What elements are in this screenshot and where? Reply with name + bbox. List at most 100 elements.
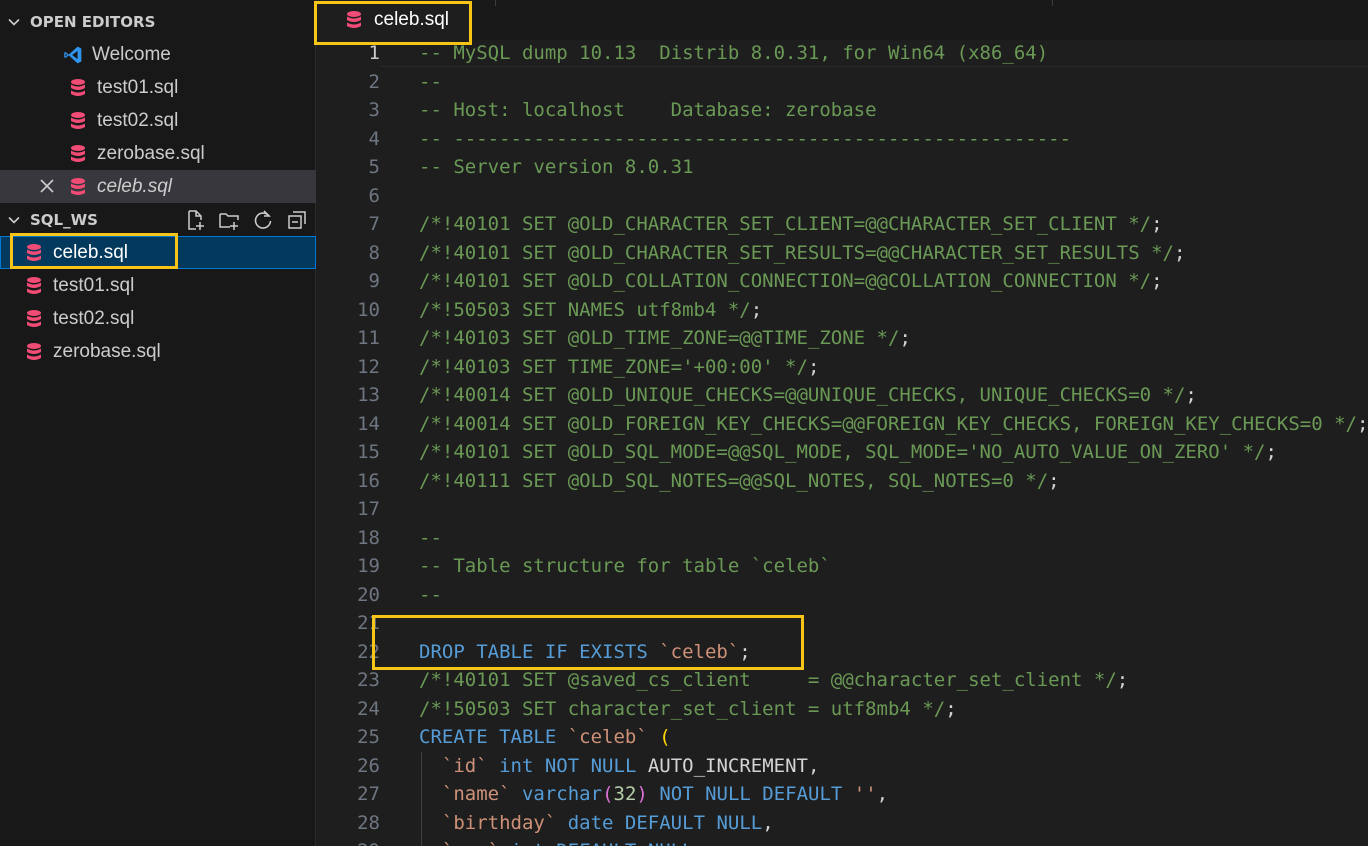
code-text: `id` int NOT NULL AUTO_INCREMENT,: [419, 752, 820, 781]
code-text: `name` varchar(32) NOT NULL DEFAULT '',: [419, 780, 888, 809]
line-number: 1: [368, 42, 380, 64]
code-text: --: [419, 581, 442, 610]
code-text: -- Table structure for table `celeb`: [419, 552, 831, 581]
line-number: 19: [357, 555, 380, 577]
code-text: /*!40103 SET TIME_ZONE='+00:00' */;: [419, 353, 819, 382]
workspace-item-zerobase[interactable]: zerobase.sql: [0, 335, 316, 368]
code-line[interactable]: 25 CREATE TABLE `celeb` (: [316, 723, 1368, 752]
code-line[interactable]: 29 `age` int DEFAULT NULL,: [316, 837, 1368, 846]
line-number: 22: [357, 640, 380, 663]
open-editor-item-zerobase[interactable]: zerobase.sql: [0, 137, 316, 170]
open-editor-item-celeb[interactable]: celeb.sql: [0, 170, 316, 203]
open-editor-label: zerobase.sql: [97, 142, 205, 164]
code-token: ;: [1357, 412, 1368, 435]
code-token: ;: [750, 298, 763, 321]
refresh-icon[interactable]: [252, 209, 274, 231]
database-icon: [346, 10, 366, 30]
workspace-header[interactable]: SQL_WS: [0, 203, 316, 236]
code-line[interactable]: 9 /*!40101 SET @OLD_COLLATION_CONNECTION=…: [316, 267, 1368, 296]
close-icon[interactable]: [38, 177, 56, 195]
code-token: 32: [613, 783, 637, 805]
line-number: 26: [357, 754, 380, 777]
code-line[interactable]: 18 --: [316, 524, 1368, 553]
code-line[interactable]: 11 /*!40103 SET @OLD_TIME_ZONE=@@TIME_ZON…: [316, 324, 1368, 353]
code-token: ;: [1151, 270, 1163, 292]
code-line[interactable]: 27 `name` varchar(32) NOT NULL DEFAULT '…: [316, 780, 1368, 809]
code-text: -- -------------------------------------…: [419, 125, 1071, 154]
code-token: /*!40103 SET @OLD_TIME_ZONE=@@TIME_ZONE …: [419, 327, 900, 349]
code-token: -- Host: localhost Database: zerobase: [419, 99, 877, 121]
code-text: --: [419, 68, 442, 97]
code-editor[interactable]: 1 -- MySQL dump 10.13 Distrib 8.0.31, for…: [316, 40, 1368, 846]
open-editor-label: test01.sql: [97, 76, 179, 98]
code-token: `celeb`: [567, 726, 648, 748]
code-line[interactable]: 10 /*!50503 SET NAMES utf8mb4 */;: [316, 296, 1368, 325]
code-line[interactable]: 24 /*!50503 SET character_set_client = ut…: [316, 695, 1368, 724]
code-token: ;: [1265, 441, 1277, 463]
database-icon: [24, 342, 44, 362]
code-token: ;: [739, 640, 751, 663]
code-line[interactable]: 26 `id` int NOT NULL AUTO_INCREMENT,: [316, 752, 1368, 781]
code-line[interactable]: 6: [316, 182, 1368, 211]
code-line[interactable]: 15 /*!40101 SET @OLD_SQL_MODE=@@SQL_MODE,…: [316, 438, 1368, 467]
code-line[interactable]: 2 --: [316, 68, 1368, 97]
code-text: /*!50503 SET NAMES utf8mb4 */;: [419, 296, 762, 325]
line-number: 27: [357, 783, 380, 805]
new-folder-icon[interactable]: [218, 209, 240, 231]
code-line[interactable]: 19 -- Table structure for table `celeb`: [316, 552, 1368, 581]
code-token: /*!40103 SET TIME_ZONE='+00:00' */: [419, 355, 808, 378]
code-line[interactable]: 28 `birthday` date DEFAULT NULL,: [316, 809, 1368, 838]
line-number: 3: [368, 99, 380, 121]
code-token: `birthday`: [441, 811, 557, 834]
code-token: ;: [1151, 213, 1163, 235]
workspace-item-celeb[interactable]: celeb.sql: [0, 236, 316, 269]
code-token: /*!40111 SET @OLD_SQL_NOTES=@@SQL_NOTES,…: [419, 469, 1049, 492]
new-file-icon[interactable]: [184, 209, 206, 231]
code-token: CREATE TABLE: [419, 726, 568, 748]
code-token: AUTO_INCREMENT,: [647, 754, 820, 777]
code-line[interactable]: 13 /*!40014 SET @OLD_UNIQUE_CHECKS=@@UNIQ…: [316, 381, 1368, 410]
workspace-item-test02[interactable]: test02.sql: [0, 302, 316, 335]
open-editors-header[interactable]: OPEN EDITORS: [0, 5, 316, 38]
code-line[interactable]: 1 -- MySQL dump 10.13 Distrib 8.0.31, for…: [316, 40, 1368, 68]
workspace-item-label: test02.sql: [53, 307, 135, 329]
code-line[interactable]: 17: [316, 495, 1368, 524]
code-line[interactable]: 22 DROP TABLE IF EXISTS `celeb`;: [316, 638, 1368, 667]
line-number: 24: [357, 697, 380, 720]
open-editor-item-welcome[interactable]: Welcome: [0, 38, 316, 71]
code-token: (: [659, 726, 671, 748]
code-text: /*!40101 SET @OLD_CHARACTER_SET_CLIENT=@…: [419, 210, 1163, 239]
tab-divider: [495, 0, 496, 6]
code-line[interactable]: 8 /*!40101 SET @OLD_CHARACTER_SET_RESULTS…: [316, 239, 1368, 268]
open-editor-item-test02[interactable]: test02.sql: [0, 104, 316, 137]
code-token: /*!50503 SET character_set_client = utf8…: [419, 697, 946, 720]
indent-guide: [421, 751, 422, 846]
editor-tab-bar: celeb.sql: [316, 0, 1368, 41]
code-line[interactable]: 12 /*!40103 SET TIME_ZONE='+00:00' */;: [316, 353, 1368, 382]
tab-celeb-sql[interactable]: celeb.sql: [316, 0, 469, 40]
code-line[interactable]: 23 /*!40101 SET @saved_cs_client = @@char…: [316, 666, 1368, 695]
code-line[interactable]: 14 /*!40014 SET @OLD_FOREIGN_KEY_CHECKS=@…: [316, 410, 1368, 439]
workspace-item-test01[interactable]: test01.sql: [0, 269, 316, 302]
line-number: 20: [357, 583, 380, 606]
code-text: -- Host: localhost Database: zerobase: [419, 96, 877, 125]
code-line[interactable]: 20 --: [316, 581, 1368, 610]
line-number: 13: [357, 384, 380, 406]
line-number: 11: [357, 327, 380, 349]
code-line[interactable]: 7 /*!40101 SET @OLD_CHARACTER_SET_CLIENT=…: [316, 210, 1368, 239]
workspace-item-label: test01.sql: [53, 274, 135, 296]
code-token: ;: [807, 355, 820, 378]
collapse-all-icon[interactable]: [286, 209, 308, 231]
code-text: -- Server version 8.0.31: [419, 153, 694, 182]
open-editor-item-test01[interactable]: test01.sql: [0, 71, 316, 104]
code-line[interactable]: 3 -- Host: localhost Database: zerobase: [316, 96, 1368, 125]
code-line[interactable]: 4 -- ------------------------------------…: [316, 125, 1368, 154]
code-line[interactable]: 21: [316, 609, 1368, 638]
code-line[interactable]: 5 -- Server version 8.0.31: [316, 153, 1368, 182]
code-line[interactable]: 16 /*!40111 SET @OLD_SQL_NOTES=@@SQL_NOTE…: [316, 467, 1368, 496]
code-text: `birthday` date DEFAULT NULL,: [419, 809, 774, 838]
